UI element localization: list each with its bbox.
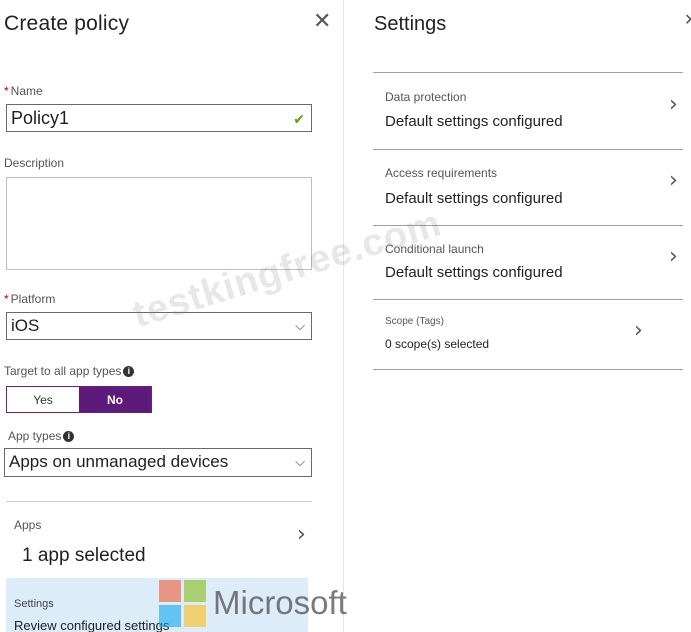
settings-title: Settings bbox=[374, 13, 447, 35]
chevron-down-icon: ⌵ bbox=[295, 318, 305, 333]
required-mark: * bbox=[4, 84, 9, 98]
platform-label-text: Platform bbox=[10, 292, 56, 306]
app-types-label: App types i bbox=[8, 429, 75, 443]
item-value: 0 scope(s) selected bbox=[385, 337, 490, 351]
chevron-right-icon: › bbox=[297, 522, 306, 547]
app-types-label-text: App types bbox=[8, 429, 62, 443]
target-all-label: Target to all app types i bbox=[4, 364, 135, 378]
platform-dropdown[interactable]: iOS ⌵ bbox=[6, 312, 312, 340]
toggle-yes[interactable]: Yes bbox=[7, 387, 79, 412]
target-all-toggle[interactable]: Yes No bbox=[6, 386, 152, 413]
check-icon: ✔ bbox=[293, 111, 305, 127]
toggle-no[interactable]: No bbox=[79, 387, 151, 412]
item-value: Default settings configured bbox=[385, 264, 563, 281]
info-icon[interactable]: i bbox=[123, 366, 135, 378]
item-label: Access requirements bbox=[385, 166, 498, 180]
app-types-value: Apps on unmanaged devices bbox=[9, 452, 229, 471]
required-mark: * bbox=[4, 292, 9, 306]
page: Create policy ✕ * Name Policy1 ✔ Descript… bbox=[0, 0, 691, 632]
close-icon[interactable]: ✕ bbox=[684, 10, 691, 30]
chevron-down-icon: ⌵ bbox=[295, 454, 305, 469]
close-icon[interactable]: ✕ bbox=[313, 10, 331, 32]
platform-label: * Platform bbox=[4, 292, 55, 306]
blade-title: Create policy bbox=[4, 12, 130, 35]
settings-row[interactable]: Settings Review configured settings bbox=[6, 578, 308, 632]
app-types-dropdown[interactable]: Apps on unmanaged devices ⌵ bbox=[4, 448, 312, 477]
divider bbox=[373, 299, 683, 300]
settings-value: Review configured settings bbox=[14, 618, 170, 632]
divider bbox=[373, 149, 683, 150]
chevron-right-icon: › bbox=[669, 244, 678, 269]
create-policy-blade: Create policy ✕ * Name Policy1 ✔ Descript… bbox=[0, 0, 344, 632]
item-label: Scope (Tags) bbox=[385, 316, 444, 327]
chevron-right-icon: › bbox=[669, 168, 678, 193]
target-all-label-text: Target to all app types bbox=[4, 364, 122, 378]
item-label: Conditional launch bbox=[385, 242, 484, 256]
divider bbox=[373, 225, 683, 226]
item-value: Default settings configured bbox=[385, 190, 563, 207]
description-field[interactable] bbox=[6, 177, 312, 270]
description-label: Description bbox=[4, 156, 65, 170]
settings-blade: Settings ✕ Data protection Default setti… bbox=[345, 0, 691, 632]
settings-label: Settings bbox=[14, 598, 54, 610]
name-value: Policy1 bbox=[11, 108, 70, 128]
name-label: * Name bbox=[4, 84, 43, 98]
item-value: Default settings configured bbox=[385, 113, 563, 130]
platform-value: iOS bbox=[11, 316, 40, 335]
chevron-right-icon: › bbox=[669, 92, 678, 117]
chevron-right-icon: › bbox=[634, 318, 643, 343]
item-label: Data protection bbox=[385, 90, 467, 104]
divider bbox=[6, 501, 312, 502]
apps-label: Apps bbox=[14, 518, 42, 532]
apps-value: 1 app selected bbox=[22, 545, 146, 566]
divider bbox=[373, 369, 683, 370]
info-icon[interactable]: i bbox=[63, 431, 75, 443]
name-label-text: Name bbox=[10, 84, 43, 98]
name-field[interactable]: Policy1 ✔ bbox=[6, 104, 312, 132]
divider bbox=[373, 72, 683, 73]
